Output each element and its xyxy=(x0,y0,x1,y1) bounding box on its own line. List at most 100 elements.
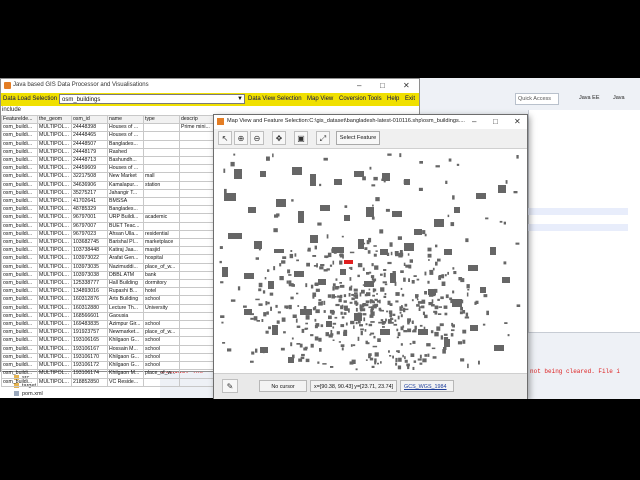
table-cell[interactable]: MULTIPOL... xyxy=(37,328,72,338)
table-cell[interactable]: osm_buildi... xyxy=(1,369,38,379)
table-cell[interactable]: University xyxy=(143,303,180,313)
table-cell[interactable]: Arts Building xyxy=(107,295,144,305)
table-cell[interactable]: Ahsan Ulla... xyxy=(107,229,144,240)
table-row[interactable]: osm_buildi... MULTIPOL... 193106165 Khilgao… xyxy=(1,336,216,346)
table-cell[interactable]: osm_buildi... xyxy=(1,344,38,354)
pointer-icon[interactable]: ↖ xyxy=(218,131,232,145)
table-cell[interactable] xyxy=(179,336,216,346)
table-row[interactable]: osm_buildi... MULTIPOL... 24448398 Houses o… xyxy=(1,123,216,133)
table-row[interactable]: osm_buildi... MULTIPOL... 191923757 Newmark… xyxy=(1,328,216,338)
table-cell[interactable]: MULTIPOL... xyxy=(37,352,72,363)
minimize-icon[interactable]: – xyxy=(357,81,361,90)
table-cell[interactable]: osm_buildi... xyxy=(1,336,38,346)
table-cell[interactable]: Khilgaon M... xyxy=(107,369,144,379)
table-cell[interactable]: 193106172 xyxy=(71,361,108,371)
menu-data-load[interactable]: Data Load Selection xyxy=(3,95,57,104)
table-cell[interactable]: osm_buildi... xyxy=(1,352,38,363)
column-header[interactable]: osm_id xyxy=(71,114,108,125)
zoom-out-icon[interactable]: ⊖ xyxy=(250,131,264,145)
table-row[interactable]: osm_buildi... MULTIPOL... 34636906 Kamalapu… xyxy=(1,180,216,190)
table-cell[interactable]: place_of_w... xyxy=(143,328,180,338)
table-cell[interactable]: osm_buildi... xyxy=(1,139,38,149)
table-cell[interactable]: DBBL ATM xyxy=(107,270,144,281)
table-cell[interactable]: Barishal Pl... xyxy=(107,238,144,248)
column-header[interactable]: descrip xyxy=(179,114,216,125)
table-cell[interactable]: Gaousia xyxy=(107,311,144,322)
table-cell[interactable]: MULTIPOL... xyxy=(37,123,72,133)
table-cell[interactable]: MULTIPOL... xyxy=(37,197,72,207)
table-cell[interactable]: hospital xyxy=(143,254,180,264)
table-cell[interactable] xyxy=(179,147,216,158)
tree-item-pom[interactable]: pom.xml xyxy=(14,391,43,397)
table-cell[interactable] xyxy=(179,213,216,223)
table-cell[interactable]: osm_buildi... xyxy=(1,328,38,338)
table-cell[interactable]: MULTIPOL... xyxy=(37,131,72,141)
table-cell[interactable]: osm_buildi... xyxy=(1,172,38,182)
column-header[interactable]: name xyxy=(107,114,144,125)
table-cell[interactable] xyxy=(179,320,216,330)
table-row[interactable]: osm_buildi... MULTIPOL... 103682745 Barisha… xyxy=(1,238,216,248)
close-icon[interactable]: ✕ xyxy=(514,117,521,126)
table-cell[interactable]: 193106165 xyxy=(71,336,108,346)
table-cell[interactable] xyxy=(143,377,180,387)
table-cell[interactable]: Houses of ... xyxy=(107,123,144,133)
table-cell[interactable] xyxy=(179,172,216,182)
table-cell[interactable] xyxy=(179,221,216,231)
table-cell[interactable]: 96797001 xyxy=(71,213,108,223)
table-cell[interactable]: osm_buildi... xyxy=(1,287,38,297)
table-cell[interactable]: MULTIPOL... xyxy=(37,188,72,199)
table-cell[interactable]: 103973035 xyxy=(71,262,108,272)
table-cell[interactable]: Houses of ... xyxy=(107,164,144,174)
table-cell[interactable] xyxy=(179,164,216,174)
table-cell[interactable] xyxy=(179,188,216,199)
table-cell[interactable]: osm_buildi... xyxy=(1,295,38,305)
table-cell[interactable]: 168566601 xyxy=(71,311,108,322)
table-cell[interactable]: 160312876 xyxy=(71,295,108,305)
table-cell[interactable]: MULTIPOL... xyxy=(37,164,72,174)
perspective-java-ee[interactable]: Java EE xyxy=(579,93,599,103)
table-cell[interactable]: 24459609 xyxy=(71,164,108,174)
table-row[interactable]: osm_buildi... MULTIPOL... 96797023 Ahsan Ul… xyxy=(1,229,216,240)
table-cell[interactable] xyxy=(179,369,216,379)
table-cell[interactable]: VC Reside... xyxy=(107,377,144,387)
table-cell[interactable] xyxy=(179,377,216,387)
table-cell[interactable]: osm_buildi... xyxy=(1,238,38,248)
table-cell[interactable] xyxy=(179,156,216,166)
table-cell[interactable]: MULTIPOL... xyxy=(37,147,72,158)
chevron-down-icon[interactable]: ▼ xyxy=(237,95,243,104)
table-cell[interactable]: MULTIPOL... xyxy=(37,320,72,330)
table-row[interactable]: osm_buildi... MULTIPOL... 193106172 Khilgao… xyxy=(1,361,216,371)
table-cell[interactable] xyxy=(143,188,180,199)
table-row[interactable]: osm_buildi... MULTIPOL... 103973035 Nazimud… xyxy=(1,262,216,272)
table-cell[interactable]: MULTIPOL... xyxy=(37,156,72,166)
table-cell[interactable]: 193106167 xyxy=(71,344,108,354)
table-cell[interactable]: 24448507 xyxy=(71,139,108,149)
table-cell[interactable]: Azimpur Gir... xyxy=(107,320,144,330)
table-cell[interactable]: hotel xyxy=(143,287,180,297)
table-cell[interactable]: 134893016 xyxy=(71,287,108,297)
map-canvas[interactable] xyxy=(214,149,527,373)
table-cell[interactable] xyxy=(179,131,216,141)
table-cell[interactable]: osm_buildi... xyxy=(1,188,38,199)
table-cell[interactable]: Newmarket... xyxy=(107,328,144,338)
column-header[interactable]: type xyxy=(143,114,180,125)
table-row[interactable]: osm_buildi... MULTIPOL... 134893016 Rupashi… xyxy=(1,287,216,297)
table-row[interactable]: osm_buildi... MULTIPOL... 193106167 Hossain… xyxy=(1,344,216,354)
table-cell[interactable]: osm_buildi... xyxy=(1,303,38,313)
table-cell[interactable]: osm_buildi... xyxy=(1,205,38,215)
table-cell[interactable] xyxy=(179,139,216,149)
table-cell[interactable]: Katiraj Jaa... xyxy=(107,246,144,256)
quick-access-field[interactable]: Quick Access xyxy=(515,93,559,105)
table-row[interactable]: osm_buildi... MULTIPOL... 103738448 Katiraj… xyxy=(1,246,216,256)
menu-data-view[interactable]: Data View Selection xyxy=(248,95,302,104)
table-cell[interactable]: school xyxy=(143,344,180,354)
table-cell[interactable] xyxy=(179,295,216,305)
table-row[interactable]: osm_buildi... MULTIPOL... 160312876 Arts Bu… xyxy=(1,295,216,305)
table-cell[interactable] xyxy=(179,180,216,190)
table-cell[interactable]: mall xyxy=(143,172,180,182)
table-cell[interactable]: 193106174 xyxy=(71,369,108,379)
table-cell[interactable]: 103738448 xyxy=(71,246,108,256)
table-cell[interactable] xyxy=(143,156,180,166)
table-cell[interactable]: osm_buildi... xyxy=(1,320,38,330)
table-cell[interactable]: Hossain M... xyxy=(107,344,144,354)
